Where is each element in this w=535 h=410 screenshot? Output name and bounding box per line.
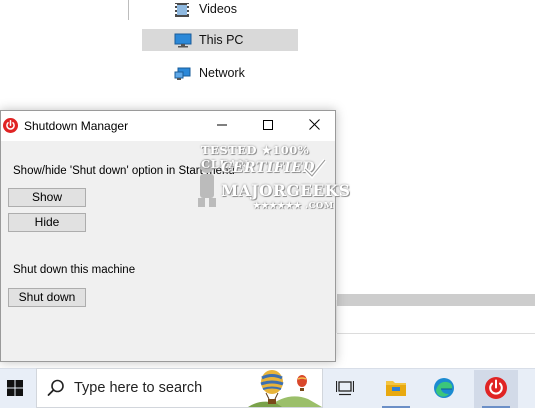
taskbar-app-shutdown-manager[interactable] [474, 370, 518, 408]
nav-item-label: Network [199, 66, 245, 80]
nav-item-label: Videos [199, 2, 237, 16]
close-icon [308, 119, 320, 133]
minimize-button[interactable] [199, 111, 245, 141]
explorer-status-area [337, 306, 535, 334]
majorgeeks-watermark: TESTED ★100% CLEAN CERTIFIED MAJORGEEKS … [195, 143, 350, 223]
videos-folder-icon [174, 2, 192, 17]
window-title: Shutdown Manager [24, 119, 129, 133]
file-explorer-icon [385, 378, 407, 401]
explorer-left-strip [115, 0, 143, 120]
search-icon [46, 378, 66, 398]
close-button[interactable] [291, 111, 337, 141]
horizontal-scrollbar[interactable] [337, 294, 535, 306]
edge-icon [433, 377, 455, 402]
nav-item-label: This PC [199, 33, 244, 47]
title-bar[interactable]: Shutdown Manager [1, 111, 335, 141]
divider [128, 0, 129, 20]
shutdown-section-label: Shut down this machine [13, 264, 136, 276]
nav-item-this-pc[interactable]: This PC [142, 29, 298, 51]
this-pc-icon [174, 33, 192, 48]
minimize-icon [217, 119, 227, 133]
taskbar-app-file-explorer[interactable] [374, 370, 418, 408]
watermark-line-3: MAJORGEEKS [221, 181, 351, 200]
search-highlight-balloons-icon [248, 369, 322, 407]
watermark-line-2: CERTIFIED [221, 160, 315, 176]
network-icon [174, 66, 192, 80]
taskbar-app-edge[interactable] [422, 370, 466, 408]
explorer-content-area [302, 0, 535, 300]
shut-down-button[interactable]: Shut down [8, 288, 86, 307]
maximize-icon [263, 119, 273, 133]
task-view-icon[interactable] [335, 379, 355, 397]
hide-button[interactable]: Hide [8, 213, 86, 232]
search-placeholder: Type here to search [74, 380, 203, 396]
maximize-button[interactable] [245, 111, 291, 141]
windows-start-icon[interactable] [7, 380, 23, 396]
checkmark-icon [303, 157, 327, 182]
shutdown-manager-icon [484, 376, 508, 403]
power-icon [3, 118, 18, 133]
watermark-line-4: ★★★★★★ .COM [253, 201, 334, 211]
nav-item-network[interactable]: Network [142, 62, 298, 84]
nav-item-videos[interactable]: Videos [142, 0, 298, 20]
show-button[interactable]: Show [8, 188, 86, 207]
